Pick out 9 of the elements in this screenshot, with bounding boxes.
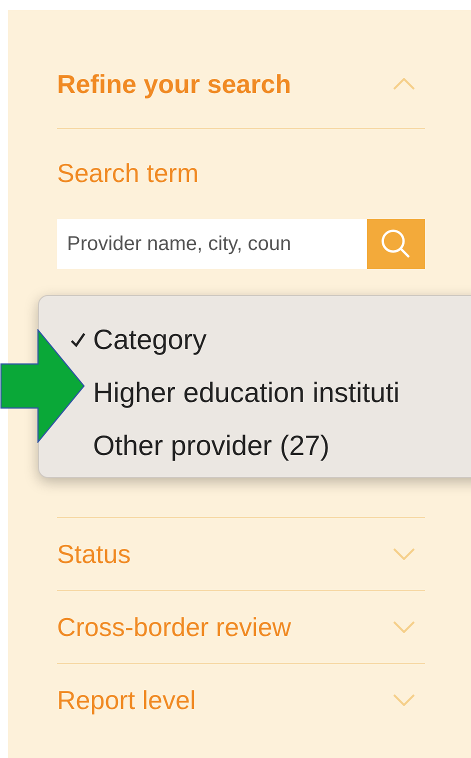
menu-item[interactable]: Higher education instituti [93,376,400,408]
filter-label: Status [57,539,131,569]
filter-label: Report level [57,685,196,715]
menu-item[interactable]: Other provider (27) [93,430,330,462]
search-label: Search term [57,158,200,188]
filter-label: Cross-border review [57,612,292,642]
menu-item[interactable]: Category [93,324,207,356]
panel-title: Refine your search [57,68,292,100]
search-field[interactable]: Provider name, city, coun [57,219,367,269]
